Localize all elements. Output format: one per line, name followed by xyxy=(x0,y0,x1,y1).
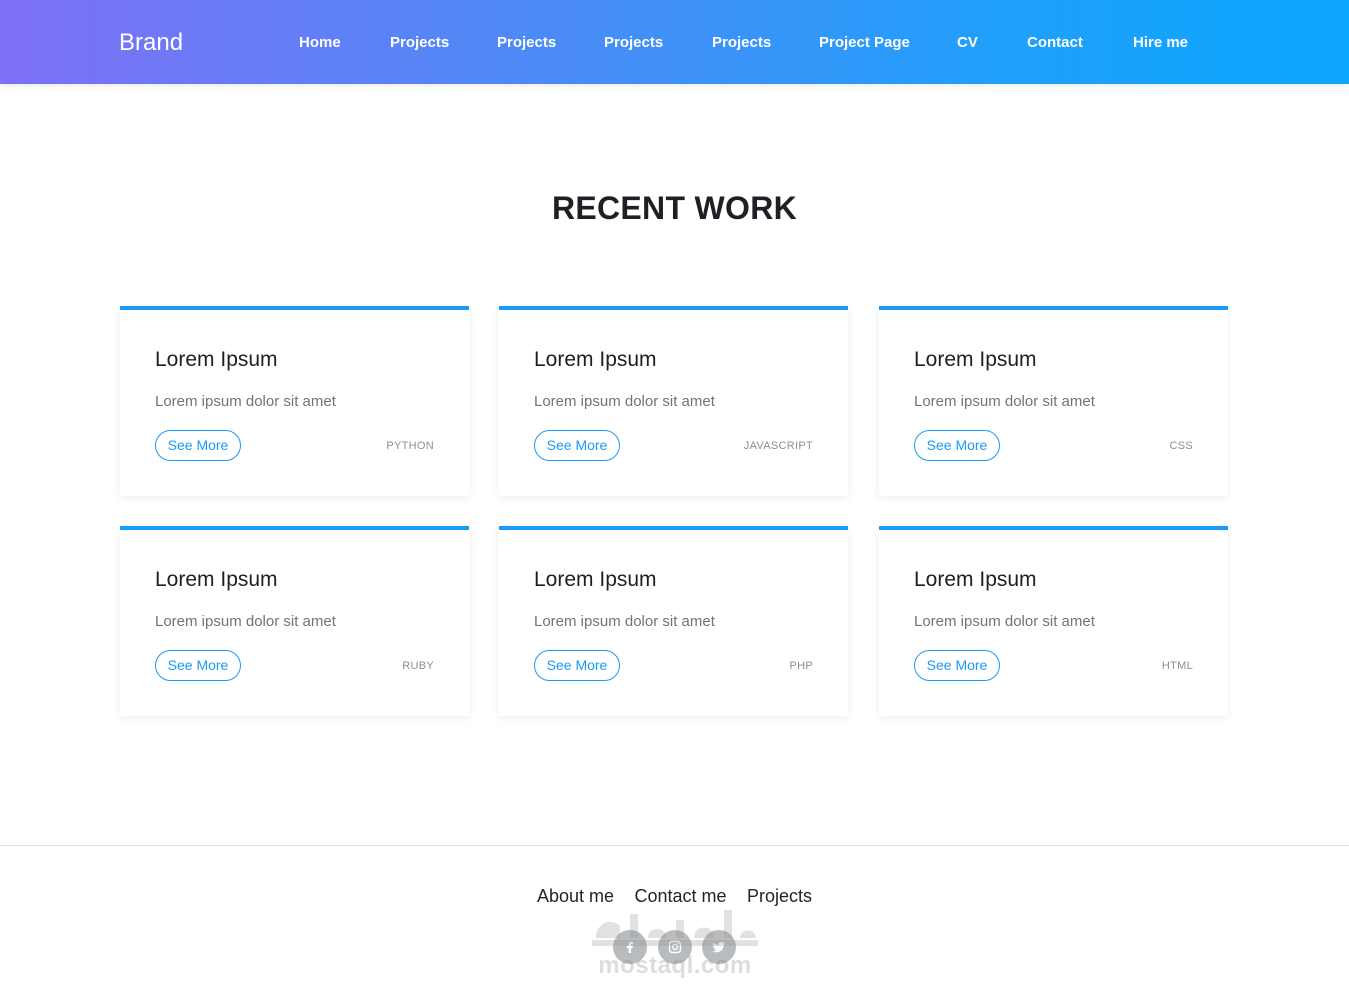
footer-links: About me Contact me Projects xyxy=(0,884,1349,908)
nav-link-projects-2[interactable]: Projects xyxy=(497,33,556,53)
see-more-button[interactable]: See More xyxy=(914,430,1000,461)
card-text: Lorem ipsum dolor sit amet xyxy=(914,393,1095,410)
section-title: RECENT WORK xyxy=(551,190,798,226)
nav-link-projects-3[interactable]: Projects xyxy=(604,33,663,53)
card-text: Lorem ipsum dolor sit amet xyxy=(534,613,715,630)
card-title: Lorem Ipsum xyxy=(914,568,1037,591)
card-text: Lorem ipsum dolor sit amet xyxy=(914,613,1095,630)
card-title: Lorem Ipsum xyxy=(534,348,657,371)
footer-link-contact-me[interactable]: Contact me xyxy=(634,884,726,908)
card-title: Lorem Ipsum xyxy=(155,348,278,371)
project-card: Lorem Ipsum Lorem ipsum dolor sit amet S… xyxy=(120,526,469,716)
nav-link-hire-me[interactable]: Hire me xyxy=(1133,33,1188,53)
card-title: Lorem Ipsum xyxy=(914,348,1037,371)
project-card: Lorem Ipsum Lorem ipsum dolor sit amet S… xyxy=(499,306,848,496)
project-card: Lorem Ipsum Lorem ipsum dolor sit amet S… xyxy=(120,306,469,496)
footer-link-about-me[interactable]: About me xyxy=(537,884,614,908)
footer: About me Contact me Projects xyxy=(0,845,1349,1000)
nav-link-project-page[interactable]: Project Page xyxy=(819,33,910,53)
card-tag: RUBY xyxy=(402,660,434,672)
facebook-icon[interactable] xyxy=(613,930,648,964)
see-more-button[interactable]: See More xyxy=(155,430,241,461)
card-title: Lorem Ipsum xyxy=(155,568,278,591)
card-text: Lorem ipsum dolor sit amet xyxy=(534,393,715,410)
nav-links: Home Projects Projects Projects Projects… xyxy=(0,33,1349,53)
twitter-icon[interactable] xyxy=(701,930,736,964)
card-text: Lorem ipsum dolor sit amet xyxy=(155,613,336,630)
nav-link-home[interactable]: Home xyxy=(299,33,341,53)
project-card: Lorem Ipsum Lorem ipsum dolor sit amet S… xyxy=(499,526,848,716)
project-card: Lorem Ipsum Lorem ipsum dolor sit amet S… xyxy=(879,526,1228,716)
nav-link-cv[interactable]: CV xyxy=(957,33,978,53)
instagram-icon[interactable] xyxy=(657,930,692,964)
card-tag: PYTHON xyxy=(386,440,434,452)
card-tag: JAVASCRIPT xyxy=(743,440,813,452)
nav-link-projects-1[interactable]: Projects xyxy=(390,33,449,53)
nav-link-projects-4[interactable]: Projects xyxy=(712,33,771,53)
card-title: Lorem Ipsum xyxy=(534,568,657,591)
navbar: Brand Home Projects Projects Projects Pr… xyxy=(0,0,1349,84)
project-card: Lorem Ipsum Lorem ipsum dolor sit amet S… xyxy=(879,306,1228,496)
footer-link-projects[interactable]: Projects xyxy=(747,884,812,908)
card-tag: HTML xyxy=(1161,660,1193,672)
see-more-button[interactable]: See More xyxy=(534,430,620,461)
social-links xyxy=(0,930,1349,964)
card-tag: PHP xyxy=(789,660,813,672)
card-tag: CSS xyxy=(1169,440,1193,452)
see-more-button[interactable]: See More xyxy=(155,650,241,681)
see-more-button[interactable]: See More xyxy=(534,650,620,681)
card-text: Lorem ipsum dolor sit amet xyxy=(155,393,336,410)
nav-link-contact[interactable]: Contact xyxy=(1027,33,1083,53)
see-more-button[interactable]: See More xyxy=(914,650,1000,681)
